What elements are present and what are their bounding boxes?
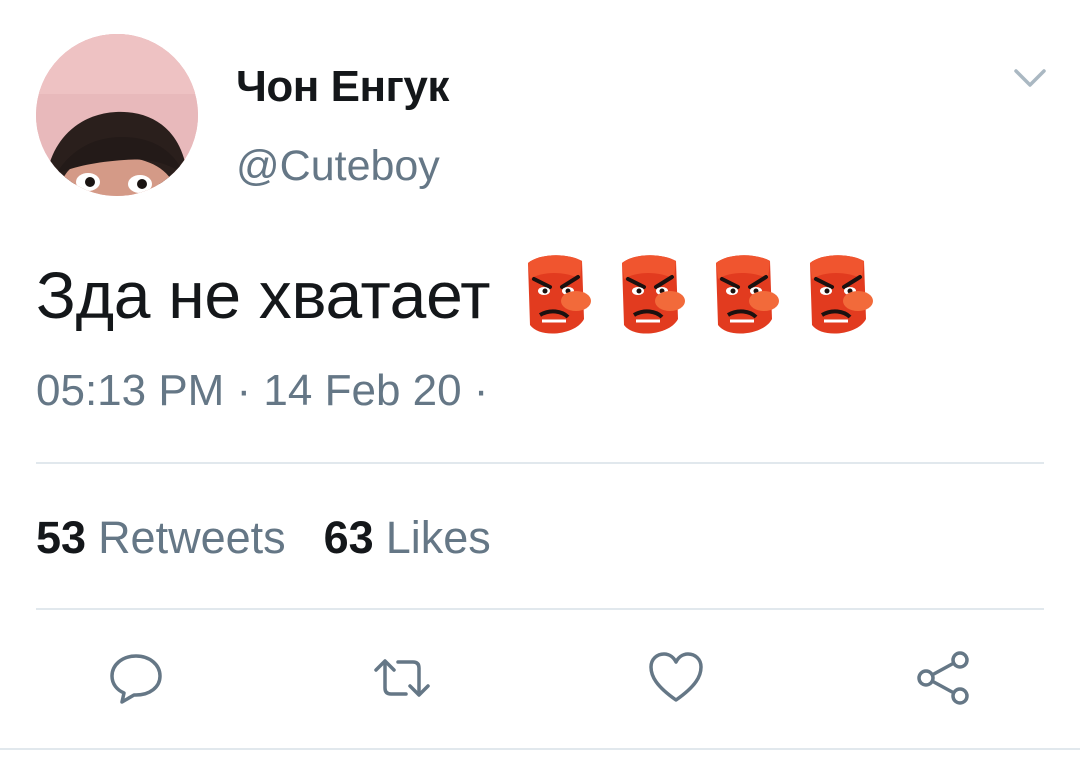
tweet-card: Чон Енгук @Cuteboy Зда не хватает 05:13 … [0, 0, 1080, 770]
likes-stat[interactable]: 63 Likes [324, 512, 491, 564]
display-name[interactable]: Чон Енгук [236, 62, 449, 112]
tweet-stats: 53 Retweets 63 Likes [36, 512, 529, 564]
tweet-timestamp[interactable]: 05:13 PM · 14 Feb 20 · [36, 366, 488, 416]
likes-label: Likes [385, 512, 491, 563]
divider [0, 748, 1080, 750]
retweets-count: 53 [36, 512, 87, 563]
japanese-goblin-emoji [802, 249, 874, 341]
retweet-icon[interactable] [372, 648, 432, 708]
tweet-body: Зда не хватает [36, 250, 896, 340]
avatar-photo [36, 34, 198, 196]
avatar[interactable] [36, 34, 198, 196]
divider [36, 462, 1044, 464]
share-icon[interactable] [914, 648, 974, 708]
tweet-text: Зда не хватает [36, 258, 491, 332]
divider [36, 608, 1044, 610]
reply-icon[interactable] [106, 648, 166, 708]
japanese-goblin-emoji [708, 249, 780, 341]
japanese-goblin-emoji [520, 249, 592, 341]
likes-count: 63 [323, 512, 374, 563]
chevron-down-icon[interactable] [1008, 60, 1052, 96]
japanese-goblin-emoji [614, 249, 686, 341]
like-icon[interactable] [646, 648, 706, 708]
retweets-label: Retweets [98, 512, 286, 563]
retweets-stat[interactable]: 53 Retweets [36, 512, 286, 564]
user-handle[interactable]: @Cuteboy [236, 142, 440, 191]
